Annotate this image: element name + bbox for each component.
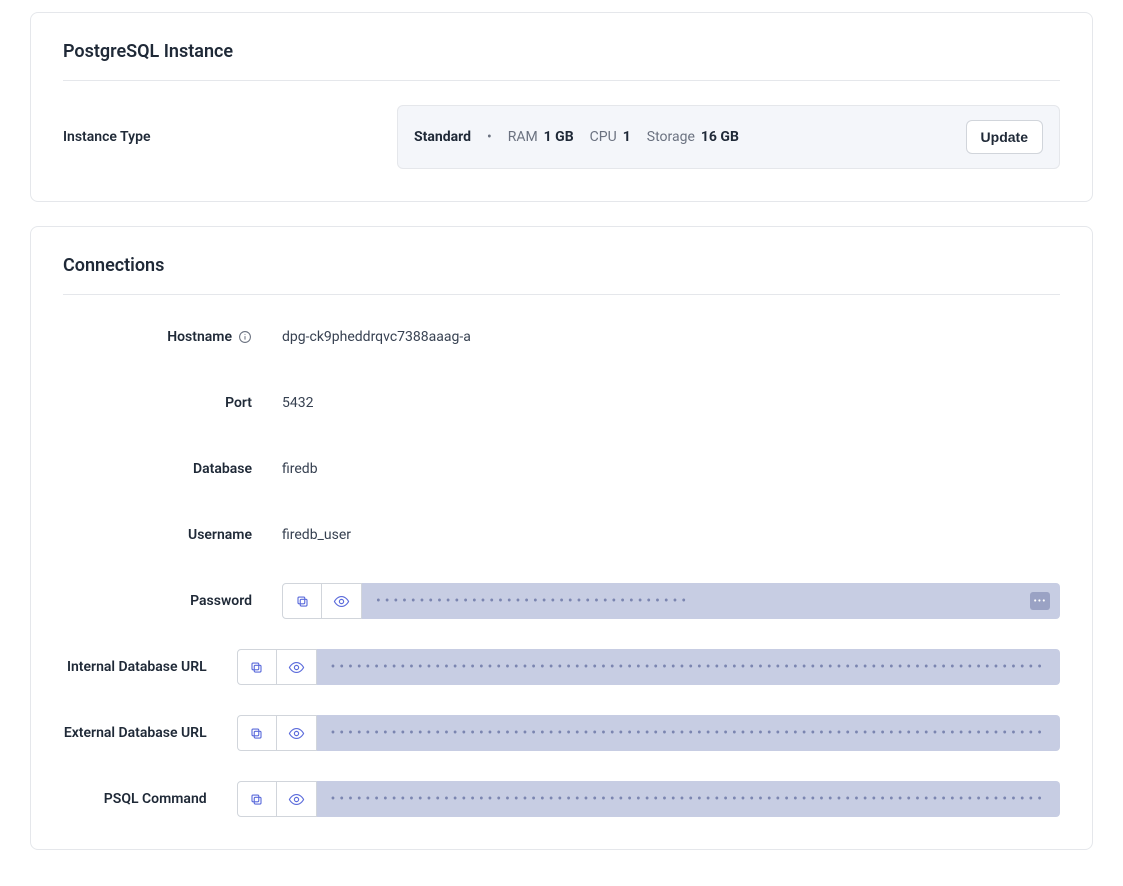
row-password: Password •••••••••••••••••••••••••••••••…: [63, 583, 1060, 619]
ram-spec: RAM1 GB: [508, 129, 574, 145]
masked-field-psql: ••••••••••••••••••••••••••••••••••••••••…: [317, 781, 1060, 817]
reveal-button-password[interactable]: [322, 583, 362, 619]
row-hostname: Hostname dpg-ck9pheddrqvc7388aaag-a: [63, 319, 1060, 355]
storage-spec: Storage16 GB: [647, 129, 739, 145]
label-database: Database: [63, 461, 258, 477]
label-port: Port: [63, 395, 258, 411]
reveal-button-psql[interactable]: [277, 781, 317, 817]
row-internal-url: Internal Database URL ••••••••••••••••••…: [63, 649, 1060, 685]
label-psql: PSQL Command: [63, 791, 213, 807]
secret-group-internal-url: ••••••••••••••••••••••••••••••••••••••••…: [237, 649, 1060, 685]
label-external-url: External Database URL: [63, 725, 213, 741]
info-icon[interactable]: [238, 330, 252, 344]
value-external-url: ••••••••••••••••••••••••••••••••••••••••…: [213, 715, 1060, 751]
reveal-button-internal-url[interactable]: [277, 649, 317, 685]
plan-name: Standard: [414, 129, 471, 145]
label-internal-url: Internal Database URL: [63, 659, 213, 675]
masked-field-external-url: ••••••••••••••••••••••••••••••••••••••••…: [317, 715, 1060, 751]
instance-specs: Standard • RAM1 GB CPU1 Storage16 GB: [414, 129, 739, 145]
masked-dots: ••••••••••••••••••••••••••••••••••••••••…: [331, 725, 1046, 741]
copy-button-internal-url[interactable]: [237, 649, 277, 685]
masked-dots: ••••••••••••••••••••••••••••••••••••••••…: [331, 791, 1046, 807]
masked-dots: ••••••••••••••••••••••••••••••••••••••••…: [331, 659, 1046, 675]
secret-group-psql: ••••••••••••••••••••••••••••••••••••••••…: [237, 781, 1060, 817]
value-port: 5432: [258, 395, 1060, 411]
secret-group-password: •••••••••••••••••••••••••••••••••••• •••: [282, 583, 1060, 619]
row-external-url: External Database URL ••••••••••••••••••…: [63, 715, 1060, 751]
value-username: firedb_user: [258, 527, 1060, 543]
ellipsis-icon[interactable]: •••: [1030, 592, 1050, 610]
instance-spec-box: Standard • RAM1 GB CPU1 Storage16 GB Upd…: [397, 105, 1060, 169]
separator-dot: •: [487, 129, 492, 145]
copy-button-external-url[interactable]: [237, 715, 277, 751]
value-internal-url: ••••••••••••••••••••••••••••••••••••••••…: [213, 649, 1060, 685]
copy-button-psql[interactable]: [237, 781, 277, 817]
connections-card: Connections Hostname dpg-ck9pheddrqvc738…: [30, 226, 1093, 850]
card-title-postgres: PostgreSQL Instance: [63, 41, 1060, 81]
row-database: Database firedb: [63, 451, 1060, 487]
masked-field-password: •••••••••••••••••••••••••••••••••••• •••: [362, 583, 1060, 619]
row-port: Port 5432: [63, 385, 1060, 421]
masked-dots: ••••••••••••••••••••••••••••••••••••: [376, 593, 1046, 609]
row-username: Username firedb_user: [63, 517, 1060, 553]
masked-field-internal-url: ••••••••••••••••••••••••••••••••••••••••…: [317, 649, 1060, 685]
reveal-button-external-url[interactable]: [277, 715, 317, 751]
card-title-connections: Connections: [63, 255, 1060, 295]
value-hostname: dpg-ck9pheddrqvc7388aaag-a: [258, 329, 1060, 345]
value-database: firedb: [258, 461, 1060, 477]
label-username: Username: [63, 527, 258, 543]
cpu-spec: CPU1: [590, 129, 631, 145]
instance-type-label: Instance Type: [63, 129, 373, 145]
value-password: •••••••••••••••••••••••••••••••••••• •••: [258, 583, 1060, 619]
value-psql: ••••••••••••••••••••••••••••••••••••••••…: [213, 781, 1060, 817]
copy-button-password[interactable]: [282, 583, 322, 619]
label-hostname: Hostname: [63, 329, 258, 345]
instance-type-row: Instance Type Standard • RAM1 GB CPU1 St…: [63, 105, 1060, 169]
update-button[interactable]: Update: [966, 120, 1043, 154]
label-password: Password: [63, 593, 258, 609]
postgres-instance-card: PostgreSQL Instance Instance Type Standa…: [30, 12, 1093, 202]
row-psql: PSQL Command •••••••••••••••••••••••••••…: [63, 781, 1060, 817]
secret-group-external-url: ••••••••••••••••••••••••••••••••••••••••…: [237, 715, 1060, 751]
